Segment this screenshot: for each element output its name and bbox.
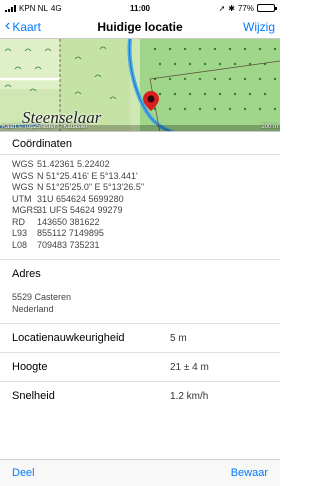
edit-button[interactable]: Wijzig xyxy=(243,20,275,34)
accuracy-row: Locatienauwkeurigheid 5 m xyxy=(0,323,280,352)
coordinate-row[interactable]: L93 855112 7149895 xyxy=(12,228,268,240)
network-type: 4G xyxy=(50,3,62,13)
coordinate-value: 51.42361 5.22402 xyxy=(37,159,110,169)
status-time: 11:00 xyxy=(129,3,151,13)
coordinate-system: WGS xyxy=(12,170,34,181)
coordinate-system: UTM xyxy=(12,193,32,204)
coordinate-value: 31 UFS 54624 99279 xyxy=(37,205,123,215)
coordinate-row[interactable]: UTM 31U 654624 5699280 xyxy=(12,194,268,206)
coordinates-table: WGS 51.42361 5.22402 WGS N 51°25.416' E 5°… xyxy=(0,154,280,251)
accuracy-value: 5 m xyxy=(170,332,187,344)
coordinate-value: N 51°25.416' E 5°13.441' xyxy=(37,170,138,181)
speed-label: Snelheid xyxy=(12,390,55,402)
address-block[interactable]: 5529 Casteren Nederland xyxy=(0,286,280,323)
location-arrow-icon: ➚ xyxy=(218,3,226,13)
coordinate-row[interactable]: MGRS 31 UFS 54624 99279 xyxy=(12,205,268,217)
share-button[interactable]: Deel xyxy=(12,467,35,479)
coordinate-system: RD xyxy=(12,216,25,227)
bottom-toolbar: Deel Bewaar xyxy=(0,459,280,486)
coordinate-value: 709483 735231 xyxy=(37,239,100,250)
coordinate-row[interactable]: WGS 51.42361 5.22402 xyxy=(12,159,268,171)
chevron-left-icon: ‹ xyxy=(5,17,11,34)
bluetooth-icon: ✱ xyxy=(228,3,235,13)
save-button[interactable]: Bewaar xyxy=(231,467,268,479)
coordinates-title: Coördinaten xyxy=(12,138,72,150)
navigation-bar: ‹ Kaart Huidige locatie Wijzig xyxy=(0,16,280,38)
carrier-name: KPN NL xyxy=(19,3,48,13)
coordinate-value: N 51°25'25.0" E 5°13'26.5" xyxy=(37,182,145,192)
coordinate-system: WGS xyxy=(12,182,34,192)
coordinate-value: 31U 654624 5699280 xyxy=(37,193,124,204)
signal-strength-icon xyxy=(5,4,16,12)
map-scale: 200 m xyxy=(261,124,278,130)
altitude-row: Hoogte 21 ± 4 m xyxy=(0,352,280,381)
back-button-label: Kaart xyxy=(12,20,42,34)
map-copyright: Kaart © Top25raster © Kadaster xyxy=(2,124,88,130)
address-title: Adres xyxy=(0,259,280,286)
page-title: Huidige locatie xyxy=(97,20,183,34)
coordinate-value: 855112 7149895 xyxy=(37,228,104,238)
coordinate-row[interactable]: L08 709483 735231 xyxy=(12,240,268,252)
status-bar: KPN NL 4G 11:00 ➚ ✱ 77% xyxy=(0,0,280,16)
back-button[interactable]: ‹ Kaart xyxy=(5,17,42,35)
address-line-1: 5529 Casteren xyxy=(12,292,72,302)
altitude-label: Hoogte xyxy=(12,361,48,373)
coordinate-system: L08 xyxy=(12,239,28,250)
address-line-2: Nederland xyxy=(12,303,54,314)
coordinate-row[interactable]: WGS N 51°25'25.0" E 5°13'26.5" xyxy=(12,182,268,194)
coordinate-value: 143650 381622 xyxy=(37,216,100,227)
coordinate-row[interactable]: WGS N 51°25.416' E 5°13.441' xyxy=(12,171,268,183)
altitude-value: 21 ± 4 m xyxy=(170,361,209,373)
coordinate-system: WGS xyxy=(12,159,34,169)
status-right: ➚ ✱ 77% xyxy=(218,3,277,13)
coordinate-system: L93 xyxy=(12,228,28,238)
coordinate-system: MGRS xyxy=(12,205,39,215)
speed-row: Snelheid 1.2 km/h xyxy=(0,381,280,410)
location-details: Coördinaten WGS 51.42361 5.22402 WGS N 51°… xyxy=(0,133,280,410)
coordinate-row[interactable]: RD 143650 381622 xyxy=(12,217,268,229)
speed-value: 1.2 km/h xyxy=(170,390,209,402)
map-view[interactable]: Steenselaar xyxy=(0,38,280,132)
status-left: KPN NL 4G xyxy=(5,4,62,13)
location-pin-icon xyxy=(143,91,159,111)
accuracy-label: Locatienauwkeurigheid xyxy=(12,332,125,344)
battery-icon xyxy=(257,4,277,12)
battery-percentage: 77% xyxy=(237,3,254,13)
